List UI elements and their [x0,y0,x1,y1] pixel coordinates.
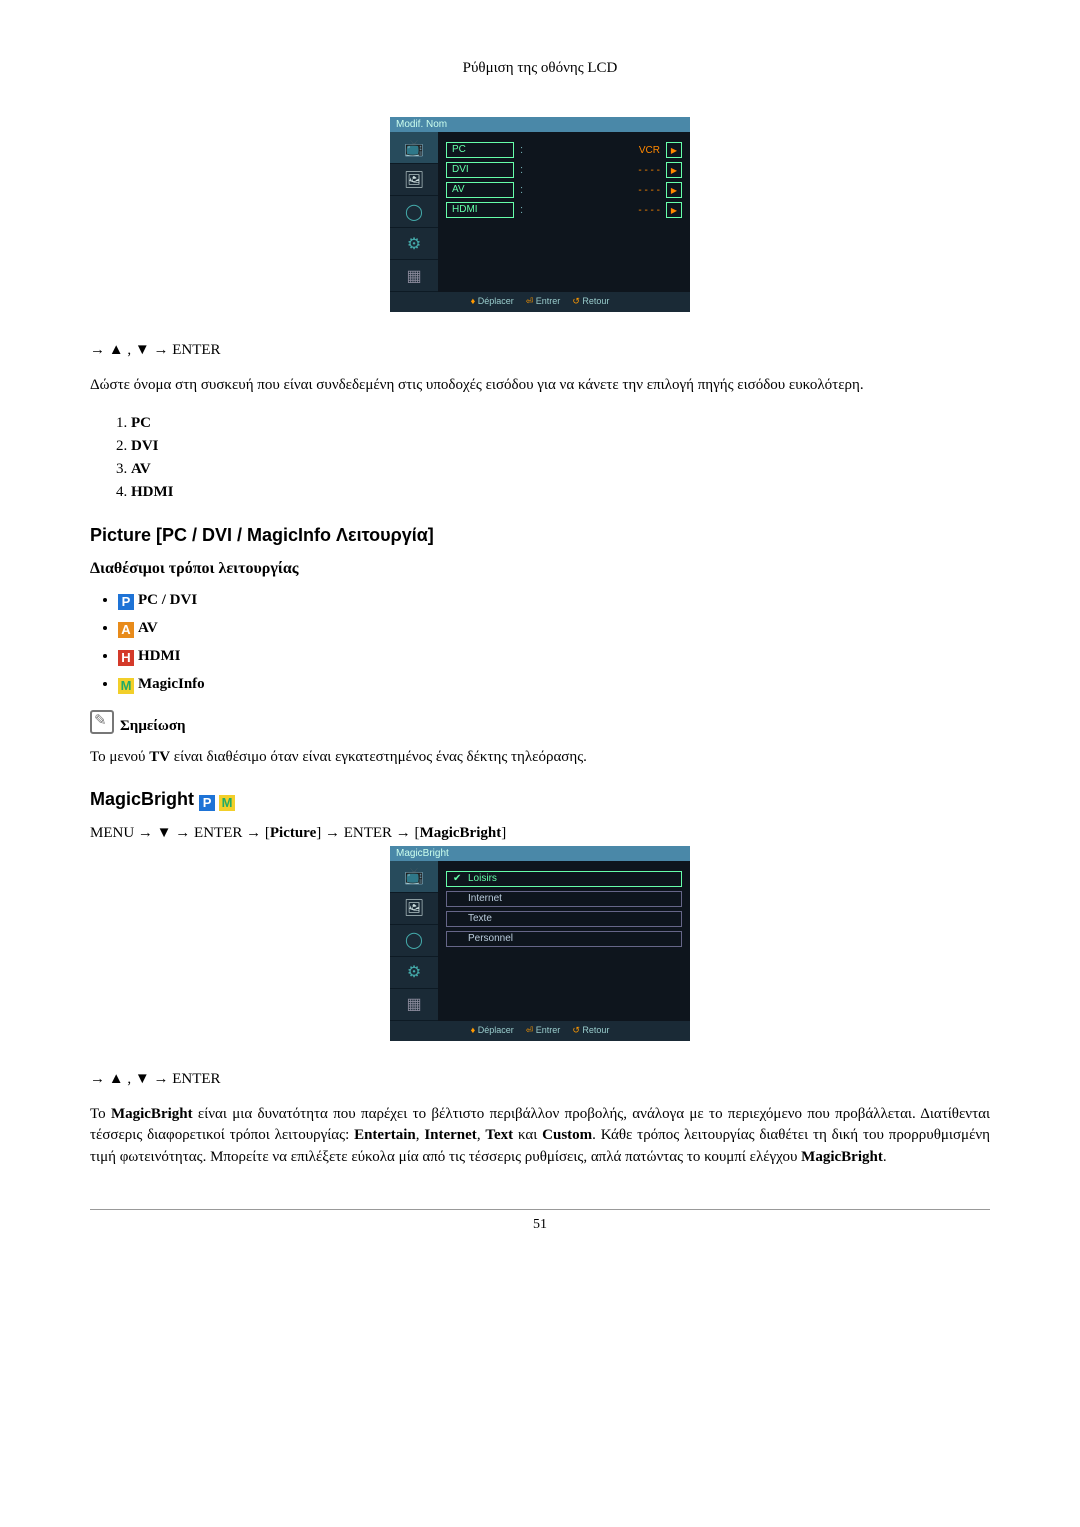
mode-item-pcdvi: PPC / DVI [118,592,990,610]
badge-h-icon: H [118,650,134,666]
osd-panel-magicbright: MagicBright 📺 🖼 ◯ ⚙ ▦ ✔Loisirs Internet … [390,846,690,1041]
badge-a-icon: A [118,622,134,638]
mode-item-hdmi: HHDMI [118,648,990,666]
mode-list: PPC / DVI AAV HHDMI MMagicInfo [90,592,990,694]
menu-path-magicbright: MENU → ▼ → ENTER → [Picture] → ENTER → [… [90,825,990,842]
osd-row-value: - - - - [532,205,660,216]
osd-row-hdmi[interactable]: HDMI : - - - - ▶ [446,202,682,218]
footer-rule [90,1209,990,1210]
list-item: 3. AV [116,461,990,478]
badge-m-icon: M [118,678,134,694]
osd-tab-input[interactable]: 📺 [390,132,438,164]
osd-panel-modif-nom: Modif. Nom 📺 🖼 ◯ ⚙ ▦ PC : VCR ▶ DVI : - … [390,117,690,312]
osd-tab-multi[interactable]: ▦ [390,989,438,1021]
osd-row-av[interactable]: AV : - - - - ▶ [446,182,682,198]
paragraph-magicbright: Το MagicBright είναι μια δυνατότητα που … [90,1104,990,1169]
section-magicbright-title: MagicBright PM [90,789,990,811]
badge-p-icon: P [199,795,215,811]
note-icon [90,710,114,734]
osd-icon-column: 📺 🖼 ◯ ⚙ ▦ [390,132,438,292]
nav-instruction-2: → ▲ , ▼ → ENTER [90,1071,990,1088]
osd-row-value: VCR [532,145,660,156]
osd-row-value: - - - - [532,185,660,196]
osd-tab-sound[interactable]: ◯ [390,196,438,228]
subsection-modes-title: Διαθέσιμοι τρόποι λειτουργίας [90,560,990,578]
list-item: 2. DVI [116,438,990,455]
nav-instruction-1: → ▲ , ▼ → ENTER [90,342,990,359]
badge-m-icon: M [219,795,235,811]
osd-tab-setup[interactable]: ⚙ [390,228,438,260]
badge-p-icon: P [118,594,134,610]
osd-option-internet[interactable]: Internet [446,891,682,907]
osd-row-label: HDMI [446,202,514,218]
note-heading: Σημείωση [90,710,990,735]
chevron-right-icon[interactable]: ▶ [666,162,682,178]
chevron-right-icon[interactable]: ▶ [666,202,682,218]
page-number: 51 [90,1217,990,1233]
osd-row-label: AV [446,182,514,198]
list-item: 1. PC [116,415,990,432]
osd-row-value: - - - - [532,165,660,176]
note-text: Το μενού TV είναι διαθέσιμο όταν είναι ε… [90,747,990,769]
section-picture-title: Picture [PC / DVI / MagicInfo Λειτουργία… [90,525,990,546]
page-header: Ρύθμιση της οθόνης LCD [90,60,990,77]
osd-tab-sound[interactable]: ◯ [390,925,438,957]
osd-tab-setup[interactable]: ⚙ [390,957,438,989]
mode-item-magicinfo: MMagicInfo [118,676,990,694]
header-title: Ρύθμιση της οθόνης LCD [463,60,618,76]
list-item: 4. HDMI [116,484,990,501]
chevron-right-icon[interactable]: ▶ [666,182,682,198]
osd-row-label: PC [446,142,514,158]
osd-icon-column: 📺 🖼 ◯ ⚙ ▦ [390,861,438,1021]
osd-tab-multi[interactable]: ▦ [390,260,438,292]
osd-title: MagicBright [390,846,690,861]
mode-item-av: AAV [118,620,990,638]
chevron-right-icon[interactable]: ▶ [666,142,682,158]
osd-tab-input[interactable]: 📺 [390,861,438,893]
input-source-list: 1. PC 2. DVI 3. AV 4. HDMI [90,415,990,501]
osd-tab-picture[interactable]: 🖼 [390,164,438,196]
osd-row-dvi[interactable]: DVI : - - - - ▶ [446,162,682,178]
osd-row-pc[interactable]: PC : VCR ▶ [446,142,682,158]
osd-option-loisirs[interactable]: ✔Loisirs [446,871,682,887]
osd-option-texte[interactable]: Texte [446,911,682,927]
osd-title: Modif. Nom [390,117,690,132]
osd-option-personnel[interactable]: Personnel [446,931,682,947]
osd-row-label: DVI [446,162,514,178]
osd-footer: ♦ Déplacer ⏎ Entrer ↺ Retour [390,1021,690,1041]
paragraph-name-device: Δώστε όνομα στη συσκευή που είναι συνδεδ… [90,375,990,397]
osd-tab-picture[interactable]: 🖼 [390,893,438,925]
osd-footer: ♦ Déplacer ⏎ Entrer ↺ Retour [390,292,690,312]
